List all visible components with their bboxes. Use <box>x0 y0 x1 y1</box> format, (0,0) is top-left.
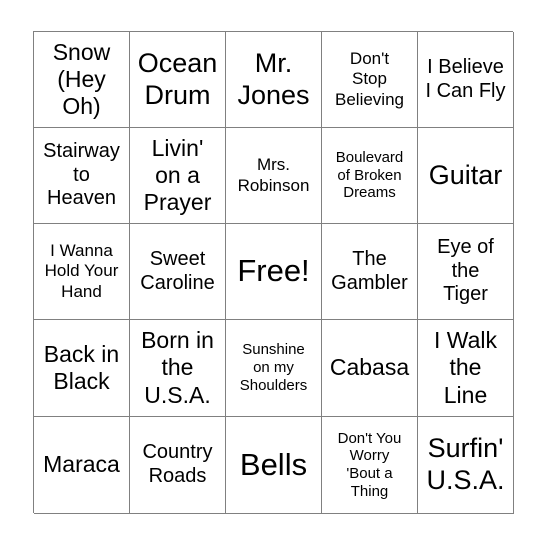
bingo-cell-label: I Believe I Can Fly <box>425 55 506 102</box>
bingo-cell[interactable]: Stairway to Heaven <box>34 128 130 224</box>
bingo-cell-label: Cabasa <box>329 354 410 381</box>
bingo-cell[interactable]: Sunshine on my Shoulders <box>226 320 322 417</box>
bingo-cell-label: Eye of the Tiger <box>437 236 494 306</box>
bingo-cell[interactable]: Surfin' U.S.A. <box>418 417 514 514</box>
bingo-cell[interactable]: Snow (Hey Oh) <box>34 32 130 128</box>
bingo-cell[interactable]: Ocean Drum <box>130 32 226 128</box>
bingo-cell-label: Mrs. Robinson <box>237 155 310 195</box>
bingo-cell-label: I Wanna Hold Your Hand <box>44 241 119 301</box>
bingo-cell-label: Free! <box>237 253 310 289</box>
bingo-cell[interactable]: Born in the U.S.A. <box>130 320 226 417</box>
bingo-cell[interactable]: Free! <box>226 224 322 320</box>
bingo-cell[interactable]: Guitar <box>418 128 514 224</box>
bingo-card-grid: Snow (Hey Oh) Ocean Drum Mr. Jones Don't St… <box>33 31 514 514</box>
bingo-cell-label: Country Roads <box>142 441 213 487</box>
bingo-cell-label: Boulevard of Broken Dreams <box>335 148 404 202</box>
bingo-cell[interactable]: Sweet Caroline <box>130 224 226 320</box>
bingo-cell[interactable]: Mrs. Robinson <box>226 128 322 224</box>
bingo-cell-label: Snow (Hey Oh) <box>52 38 111 120</box>
bingo-cell-label: Ocean Drum <box>137 47 218 110</box>
bingo-cell-label: Don't You Worry 'Bout a Thing <box>337 429 402 500</box>
bingo-cell[interactable]: Country Roads <box>130 417 226 514</box>
bingo-cell-label: Sunshine on my Shoulders <box>239 341 308 394</box>
bingo-cell-label: Bells <box>239 446 308 482</box>
bingo-cell[interactable]: Maraca <box>34 417 130 514</box>
bingo-cell-label: Livin' on a Prayer <box>143 134 212 216</box>
bingo-cell[interactable]: Bells <box>226 417 322 514</box>
bingo-cell-label: Surfin' U.S.A. <box>426 433 505 495</box>
bingo-cell[interactable]: Livin' on a Prayer <box>130 128 226 224</box>
bingo-cell[interactable]: The Gambler <box>322 224 418 320</box>
bingo-cell-label: Maraca <box>43 451 120 478</box>
bingo-cell-label: Mr. Jones <box>237 47 310 110</box>
bingo-cell-label: Don't Stop Believing <box>335 49 404 109</box>
bingo-cell[interactable]: I Wanna Hold Your Hand <box>34 224 130 320</box>
bingo-cell[interactable]: I Believe I Can Fly <box>418 32 514 128</box>
bingo-cell-label: Born in the U.S.A. <box>141 327 214 408</box>
bingo-cell[interactable]: Back in Black <box>34 320 130 417</box>
bingo-cell[interactable]: Boulevard of Broken Dreams <box>322 128 418 224</box>
bingo-cell-label: I Walk the Line <box>433 327 498 408</box>
bingo-cell-label: Stairway to Heaven <box>43 140 120 210</box>
bingo-cell-label: Sweet Caroline <box>140 247 215 294</box>
bingo-cell[interactable]: Cabasa <box>322 320 418 417</box>
bingo-cell[interactable]: Don't You Worry 'Bout a Thing <box>322 417 418 514</box>
bingo-cell-label: The Gambler <box>331 247 408 294</box>
bingo-cell[interactable]: Eye of the Tiger <box>418 224 514 320</box>
bingo-cell[interactable]: I Walk the Line <box>418 320 514 417</box>
bingo-cell-label: Back in Black <box>43 340 120 394</box>
bingo-cell[interactable]: Mr. Jones <box>226 32 322 128</box>
bingo-cell[interactable]: Don't Stop Believing <box>322 32 418 128</box>
bingo-cell-label: Guitar <box>428 159 503 190</box>
